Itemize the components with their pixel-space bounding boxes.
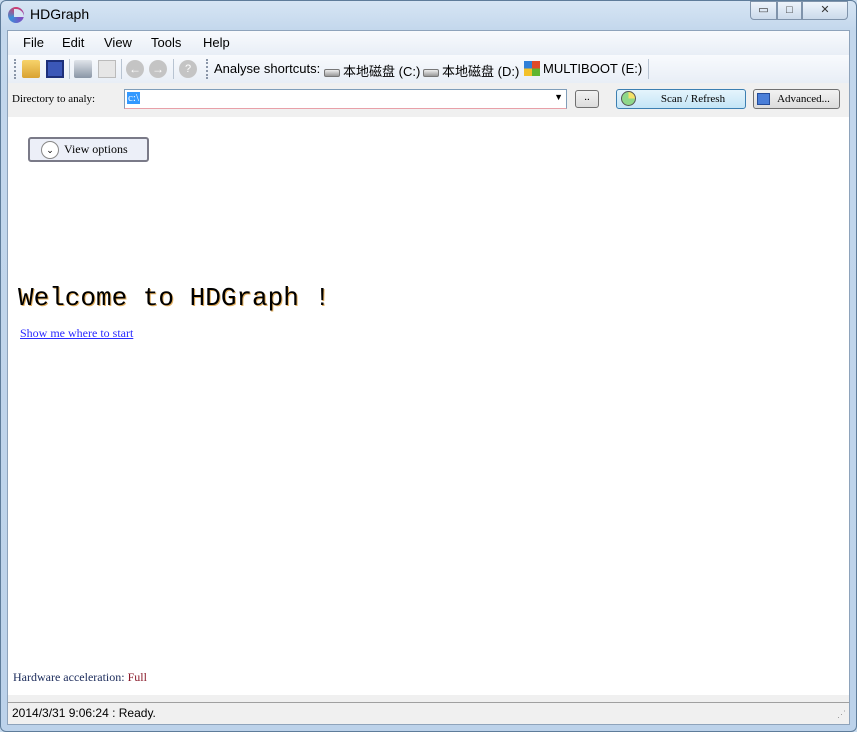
separator (69, 59, 70, 79)
separator (648, 59, 649, 79)
hw-value: Full (127, 670, 147, 684)
status-text: 2014/3/31 9:06:24 : Ready. (12, 706, 156, 720)
status-bar: 2014/3/31 9:06:24 : Ready. ⋰ (8, 702, 849, 724)
toolbar: ← → ? Analyse shortcuts: 本地磁盘 (C:) 本地磁盘 … (8, 55, 849, 83)
close-button[interactable]: ✕ (802, 1, 848, 20)
usb-drive-icon (524, 61, 540, 76)
hw-label: Hardware acceleration: (13, 670, 128, 684)
forward-icon[interactable]: → (149, 60, 167, 78)
drive-c-shortcut[interactable]: 本地磁盘 (C:) (324, 61, 420, 80)
client-area: File Edit View Tools Help ← → ? Analyse … (7, 30, 850, 725)
directory-input[interactable]: c:\ ▼ (124, 89, 567, 109)
scan-refresh-button[interactable]: Scan / Refresh (616, 89, 746, 109)
toolbar-grip[interactable] (14, 59, 16, 79)
show-start-link[interactable]: Show me where to start (20, 326, 133, 341)
open-icon[interactable] (22, 60, 40, 78)
shortcuts-label: Analyse shortcuts: (214, 61, 321, 76)
dropdown-arrow-icon[interactable]: ▼ (554, 92, 563, 102)
window-title: HDGraph (30, 6, 90, 22)
back-icon[interactable]: ← (126, 60, 144, 78)
maximize-button[interactable]: □ (777, 1, 802, 20)
view-options-label: View options (64, 142, 128, 156)
drive-e-shortcut[interactable]: MULTIBOOT (E:) (524, 61, 642, 76)
menu-edit[interactable]: Edit (62, 35, 84, 50)
directory-label: Directory to analy: (12, 93, 96, 105)
advanced-button[interactable]: Advanced... (753, 89, 840, 109)
menu-tools[interactable]: Tools (151, 35, 181, 50)
separator (173, 59, 174, 79)
welcome-heading: Welcome to HDGraph ! (18, 283, 331, 313)
hardware-acceleration: Hardware acceleration: Full (13, 670, 147, 685)
spacer (8, 695, 849, 702)
menu-file[interactable]: File (23, 35, 44, 50)
drive-d-label: 本地磁盘 (D:) (442, 64, 520, 79)
menu-view[interactable]: View (104, 35, 132, 50)
view-options-button[interactable]: ⌄ View options (28, 137, 149, 162)
browse-button[interactable]: .. (575, 90, 599, 108)
print-preview-icon[interactable] (98, 60, 116, 78)
chevron-down-icon: ⌄ (41, 141, 59, 159)
menu-bar: File Edit View Tools Help (8, 31, 849, 55)
minimize-button[interactable]: ▭ (750, 1, 777, 20)
menu-help[interactable]: Help (203, 35, 230, 50)
drive-icon (324, 69, 340, 77)
print-icon[interactable] (74, 60, 92, 78)
advanced-icon (757, 93, 770, 105)
directory-row: Directory to analy: c:\ ▼ .. Scan / Refr… (8, 83, 849, 117)
separator (121, 59, 122, 79)
drive-d-shortcut[interactable]: 本地磁盘 (D:) (423, 61, 519, 80)
help-icon[interactable]: ? (179, 60, 197, 78)
app-icon (8, 7, 24, 23)
directory-value: c:\ (127, 92, 140, 104)
scan-refresh-label: Scan / Refresh (660, 93, 726, 105)
drive-c-label: 本地磁盘 (C:) (343, 64, 421, 79)
drive-e-label: MULTIBOOT (E:) (543, 61, 643, 76)
graph-area: ⌄ View options Welcome to HDGraph ! Show… (8, 117, 849, 695)
pie-chart-icon (621, 91, 636, 106)
advanced-label: Advanced... (777, 93, 830, 105)
resize-grip-icon[interactable]: ⋰ (837, 709, 846, 720)
save-icon[interactable] (46, 60, 64, 78)
drive-icon (423, 69, 439, 77)
toolbar-grip[interactable] (206, 59, 208, 79)
